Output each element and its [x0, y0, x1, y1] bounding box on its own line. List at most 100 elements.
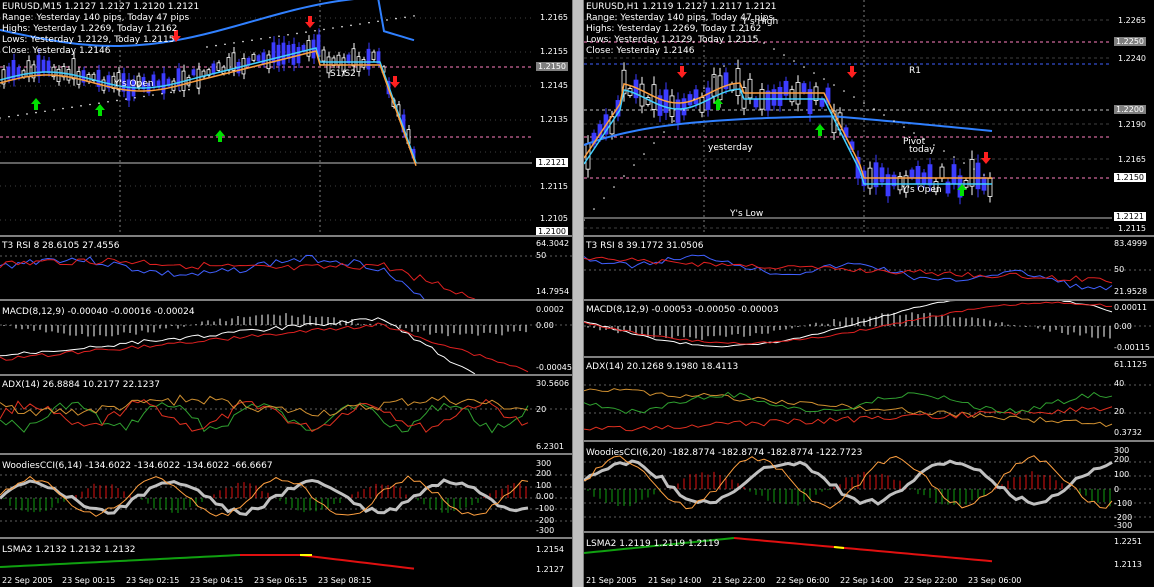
macd-pane[interactable]: MACD(8,12,9) -0.00040 -0.00016 -0.00024 … [0, 301, 572, 374]
candle-body [771, 89, 777, 106]
lsma-scale-label: 1.2127 [536, 565, 564, 574]
psar-dot [179, 90, 181, 92]
candle-body [356, 56, 361, 72]
candle-body [687, 94, 693, 106]
candle-body [879, 167, 885, 183]
price-scale-label: 1.2105 [540, 214, 568, 223]
chart-window-m15[interactable]: EURUSD,M15 1.2127 1.2127 1.2120 1.2121 R… [0, 0, 572, 587]
psar-dot [341, 25, 343, 28]
candle-body [681, 98, 687, 116]
candle-body [41, 59, 46, 73]
psar-dot [125, 98, 127, 100]
macd-title: MACD(8,12,9) -0.00040 -0.00016 -0.00024 [2, 307, 195, 317]
cci-turbo-line [584, 455, 1113, 510]
lsma-yellow-segment [833, 546, 845, 549]
candle-body [987, 177, 993, 197]
psar-dot [116, 99, 118, 102]
psar-dot [943, 150, 945, 152]
buy-arrow-icon [31, 98, 41, 110]
price-scale-label: 1.2165 [540, 13, 568, 22]
candle-body [271, 42, 276, 64]
candle-body [909, 169, 915, 179]
psar-dot [62, 107, 64, 110]
price-pane[interactable]: EURUSD,H1 1.2119 1.2127 1.2117 1.2121 Ra… [584, 0, 1154, 235]
psar-dot [386, 19, 388, 21]
psar-dot [368, 21, 370, 24]
rsi-scale-label: 83.4999 [1114, 239, 1148, 248]
candle-body [915, 166, 921, 185]
candle-body [226, 57, 231, 71]
macd-main-line [0, 317, 476, 374]
candle-body [216, 62, 221, 71]
candle-body [747, 78, 753, 99]
candle-body [789, 89, 795, 103]
time-label: 22 Sep 2005 [2, 576, 53, 585]
lsma-pane[interactable]: LSMA2 1.2132 1.2132 1.2132 1.2154 1.2127 [0, 539, 572, 575]
psar-dot [913, 132, 915, 134]
adx-main-line [0, 394, 529, 417]
window-splitter[interactable] [572, 0, 584, 587]
psar-dot [53, 109, 55, 111]
macd-scale-label: -0.00115 [1114, 343, 1150, 352]
cci-scale-label: 200 [536, 469, 552, 478]
rsi-fast-line [0, 254, 425, 299]
cci-scale-label: -300 [536, 526, 555, 535]
cci-scale-label: 300 [536, 459, 552, 468]
macd-pane[interactable]: MACD(8,12,9) -0.00053 -0.00050 -0.00003 … [584, 301, 1154, 356]
candle-body [76, 71, 81, 85]
candle-body [161, 73, 166, 94]
candle-body [361, 59, 366, 68]
cci-pane[interactable]: WoodiesCCI(6,14) -134.6022 -134.6022 -13… [0, 455, 572, 537]
psar-dot [206, 46, 208, 48]
cci-pane[interactable]: WoodiesCCI(6,20) -182.8774 -182.8774 -18… [584, 442, 1154, 531]
price-pane[interactable]: EURUSD,M15 1.2127 1.2127 1.2120 1.2121 R… [0, 0, 572, 235]
candle-body [801, 83, 807, 93]
psar-dot [215, 44, 217, 47]
candle-body [975, 162, 981, 190]
psar-dot [603, 197, 605, 199]
psar-dot [693, 98, 695, 100]
candle-body [693, 89, 699, 105]
highs-info-line: Highs: Yesterday 1.2269, Today 1.2162 [2, 24, 178, 34]
candle-body [711, 74, 717, 97]
adx-pane[interactable]: ADX(14) 20.1268 9.1980 18.4113 61.1125 4… [584, 358, 1154, 440]
adx-pane[interactable]: ADX(14) 26.8884 10.2177 22.1237 30.5606 … [0, 376, 572, 453]
psar-dot [323, 28, 325, 31]
macd-scale-label: 0.00 [1114, 322, 1132, 331]
psar-dot [633, 164, 635, 166]
psar-dot [873, 108, 875, 110]
psar-dot [763, 42, 765, 44]
psar-dot [663, 131, 665, 133]
candle-body [266, 54, 271, 70]
lsma-pane[interactable]: LSMA2 1.2119 1.2119 1.2119 1.2251 1.2113 [584, 533, 1154, 573]
price-tag: 1.2150 [536, 62, 568, 71]
lows-info-line: Lows: Yesterday 1.2129, Today 1.2115 [586, 35, 759, 45]
rsi-scale-label: 21.9528 [1114, 287, 1148, 296]
psar-dot [188, 88, 190, 91]
psar-dot [260, 38, 262, 40]
candle-body [286, 44, 291, 59]
price-scale-label: 1.2165 [1118, 155, 1146, 164]
time-label: 23 Sep 08:15 [318, 576, 372, 585]
psar-dot [703, 87, 705, 89]
sell-arrow-icon [847, 66, 857, 78]
cci-scale-label: -100 [1114, 499, 1133, 508]
psar-dot [350, 24, 352, 27]
candle-body [211, 63, 216, 75]
candle-body [281, 42, 286, 65]
macd-title: MACD(8,12,9) -0.00053 -0.00050 -0.00003 [586, 305, 779, 315]
rsi-pane[interactable]: T3 RSI 8 39.1772 31.0506 83.4999 50 21.9… [584, 237, 1154, 299]
candle-body [371, 51, 376, 61]
psar-dot [242, 40, 244, 43]
chart-window-h1[interactable]: EURUSD,H1 1.2119 1.2127 1.2117 1.2121 Ra… [584, 0, 1154, 587]
lsma-red-line [240, 554, 415, 570]
rsi-pane[interactable]: T3 RSI 8 28.6105 27.4556 64.3042 50 14.7… [0, 237, 572, 299]
ys-open-label: Y's Open [902, 185, 942, 195]
candle-body [251, 53, 256, 61]
cci-title: WoodiesCCI(6,14) -134.6022 -134.6022 -13… [2, 461, 273, 471]
cci-title: WoodiesCCI(6,20) -182.8774 -182.8774 -18… [586, 448, 863, 458]
psar-dot [613, 186, 615, 188]
lsma-scale-label: 1.2113 [1114, 560, 1142, 569]
cci-main-line [584, 459, 1113, 506]
macd-scale-label: 0.00011 [1114, 303, 1148, 312]
